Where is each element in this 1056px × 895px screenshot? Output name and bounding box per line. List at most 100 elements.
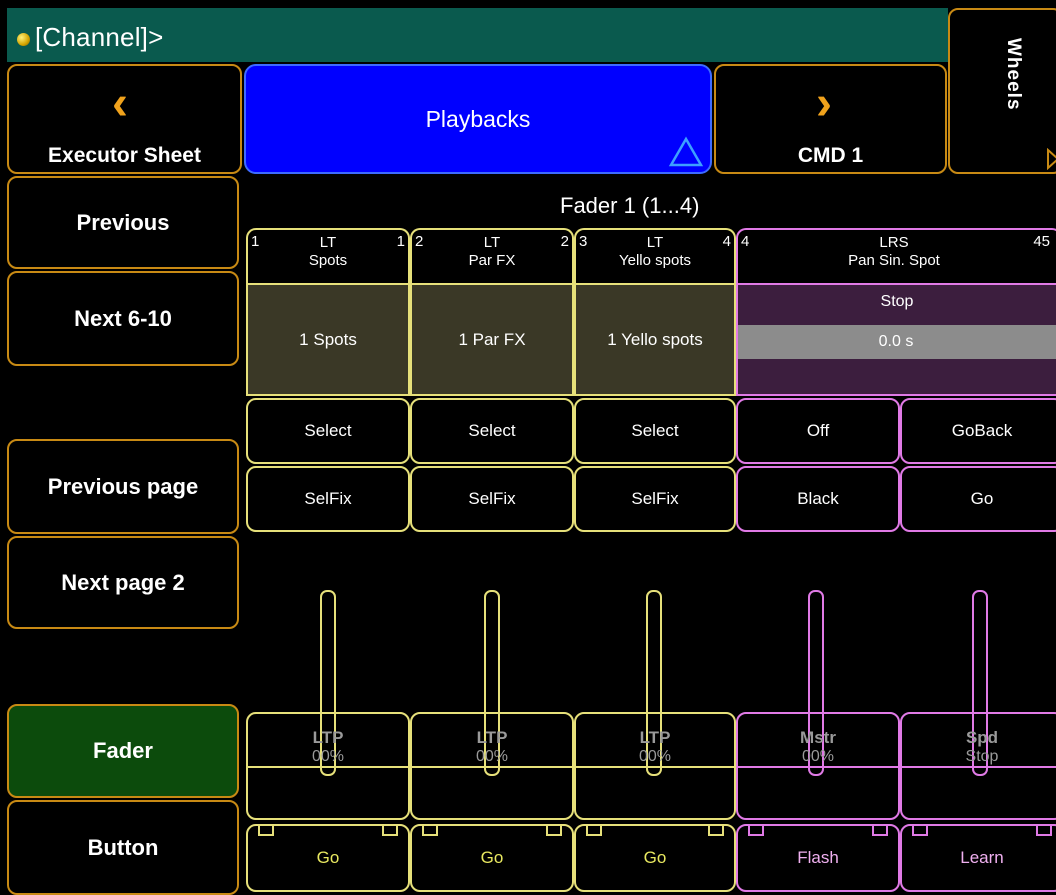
executor-3-cue-label: 1 Yello spots <box>607 329 703 349</box>
executor-2-slot-left <box>422 826 438 836</box>
sidebar-next-page-label: Next page 2 <box>61 569 185 595</box>
executor-4-black-button[interactable]: Black <box>736 466 900 532</box>
sidebar-previous-label: Previous <box>76 209 170 235</box>
executor-2-go-button[interactable]: Go <box>410 824 574 892</box>
executor-4-header[interactable]: 4 45 LRS Pan Sin. Spot <box>736 228 1056 284</box>
executor-2-slot-right <box>546 826 562 836</box>
executor-4-goback-button[interactable]: GoBack <box>900 398 1056 464</box>
playbacks-label: Playbacks <box>425 105 531 132</box>
executor-4-learn-slot-left <box>912 826 928 836</box>
executor-2-selfix-label: SelFix <box>468 489 516 508</box>
executor-3-selfix-label: SelFix <box>631 489 679 508</box>
executor-3-fader-label: LTP <box>639 728 671 747</box>
triangle-icon <box>668 136 704 167</box>
executor-4-flash-slot-left <box>748 826 764 836</box>
executor-2-select-label: Select <box>468 421 516 440</box>
executor-3-slot-left <box>586 826 602 836</box>
executor-2-fader-value: 00% <box>475 748 509 765</box>
chevron-left-icon: ‹ <box>112 77 128 130</box>
executor-3-go-label: Go <box>643 848 667 867</box>
executor-2-selfix-button[interactable]: SelFix <box>410 466 574 532</box>
executor-4-off-label: Off <box>806 421 830 440</box>
executor-2-cue[interactable]: 1 Par FX <box>410 283 574 396</box>
executor-4-type: LRS <box>879 234 909 251</box>
executor-1-selfix-button[interactable]: SelFix <box>246 466 410 532</box>
executor-1-header[interactable]: 1 1 LT Spots <box>246 228 410 284</box>
executor-1-selfix-label: SelFix <box>304 489 352 508</box>
executor-1-select-button[interactable]: Select <box>246 398 410 464</box>
executor-2-header[interactable]: 2 2 LT Par FX <box>410 228 574 284</box>
executor-1-cue[interactable]: 1 Spots <box>246 283 410 396</box>
executor-2-name: Par FX <box>468 252 516 269</box>
executor-1-fader-label: LTP <box>312 728 344 747</box>
executor-1-select-label: Select <box>304 421 352 440</box>
executor-3-cue[interactable]: 1 Yello spots <box>574 283 736 396</box>
sidebar-next-page[interactable]: Next page 2 <box>7 536 239 629</box>
executor-sheet-button[interactable]: ‹ Executor Sheet <box>7 64 242 174</box>
executor-4-master-label: Mstr <box>800 728 836 747</box>
executor-2-fader-label: LTP <box>476 728 508 747</box>
cmd-button[interactable]: › CMD 1 <box>714 64 947 174</box>
executor-4-flash-label: Flash <box>797 848 839 867</box>
executor-4-learn-label: Learn <box>960 848 1004 867</box>
playbacks-button[interactable]: Playbacks <box>244 64 712 174</box>
executor-2-type: LT <box>483 234 501 251</box>
executor-4-cue[interactable]: Stop 0.0 s <box>736 283 1056 396</box>
executor-1-slot-right <box>382 826 398 836</box>
executor-2-cue-label: 1 Par FX <box>458 329 526 349</box>
executor-1-name: Spots <box>308 252 348 269</box>
executor-2-select-button[interactable]: Select <box>410 398 574 464</box>
executor-1-fader-handle[interactable] <box>248 766 408 768</box>
executor-2-go-label: Go <box>480 848 504 867</box>
executor-3-fader-handle[interactable] <box>576 766 734 768</box>
executor-3-select-button[interactable]: Select <box>574 398 736 464</box>
command-line-text: [Channel]> <box>35 22 164 52</box>
sidebar-fader[interactable]: Fader <box>7 704 239 798</box>
executor-4-time: 0.0 s <box>878 333 914 350</box>
sidebar-previous-page[interactable]: Previous page <box>7 439 239 534</box>
triangle-right-icon <box>1047 148 1056 170</box>
executor-1-fader-value: 00% <box>311 748 345 765</box>
executor-4-master-value: 00% <box>801 748 835 765</box>
executor-4-goback-label: GoBack <box>951 421 1013 440</box>
wheels-label: Wheels <box>1003 38 1024 111</box>
fader-page-title: Fader 1 (1...4) <box>560 193 700 218</box>
wheels-button[interactable]: Wheels <box>948 8 1056 174</box>
executor-4-speed-handle[interactable] <box>902 766 1056 768</box>
sidebar-previous-page-label: Previous page <box>47 473 199 499</box>
executor-4-speed-value: Stop <box>965 748 999 765</box>
status-dot-icon <box>17 33 30 46</box>
executor-4-go-label: Go <box>970 489 994 508</box>
executor-4-status: Stop <box>880 293 914 310</box>
sidebar-button-label: Button <box>87 834 159 860</box>
executor-4-off-button[interactable]: Off <box>736 398 900 464</box>
executor-4-speed-label: Spd <box>965 728 999 747</box>
command-line[interactable]: [Channel]> <box>7 8 948 62</box>
executor-4-learn-button[interactable]: Learn <box>900 824 1056 892</box>
executor-4-master-handle[interactable] <box>738 766 898 768</box>
executor-4-black-label: Black <box>797 489 839 508</box>
executor-4-go-button[interactable]: Go <box>900 466 1056 532</box>
chevron-right-icon: › <box>816 77 832 130</box>
sidebar-next[interactable]: Next 6-10 <box>7 271 239 366</box>
executor-1-cue-label: 1 Spots <box>299 329 357 349</box>
executor-4-flash-slot-right <box>872 826 888 836</box>
sidebar-previous[interactable]: Previous <box>7 176 239 269</box>
executor-3-go-button[interactable]: Go <box>574 824 736 892</box>
sidebar-button[interactable]: Button <box>7 800 239 895</box>
executor-3-select-label: Select <box>631 421 679 440</box>
executor-1-go-button[interactable]: Go <box>246 824 410 892</box>
sidebar-fader-label: Fader <box>93 738 153 763</box>
executor-4-name: Pan Sin. Spot <box>848 252 940 269</box>
cmd-label: CMD 1 <box>797 144 864 167</box>
executor-1-slot-left <box>258 826 274 836</box>
executor-3-header[interactable]: 3 4 LT Yello spots <box>574 228 736 284</box>
executor-1-type: LT <box>319 234 337 251</box>
executor-4-flash-button[interactable]: Flash <box>736 824 900 892</box>
executor-4-learn-slot-right <box>1036 826 1052 836</box>
executor-2-fader-handle[interactable] <box>412 766 572 768</box>
executor-3-selfix-button[interactable]: SelFix <box>574 466 736 532</box>
sidebar-next-label: Next 6-10 <box>74 305 172 331</box>
executor-sheet-label: Executor Sheet <box>48 144 201 167</box>
executor-3-slot-right <box>708 826 724 836</box>
